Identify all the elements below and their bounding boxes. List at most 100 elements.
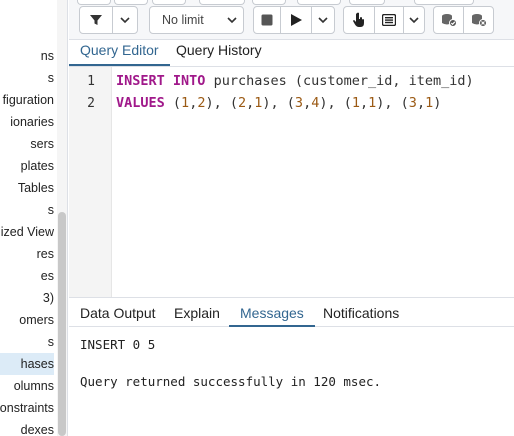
sql-text: (: [164, 95, 182, 111]
execute-dropdown-button[interactable]: [311, 6, 335, 34]
toolbar-top-button-8[interactable]: [414, 0, 474, 5]
toolbar-top-button-1[interactable]: [77, 0, 111, 5]
tree-item[interactable]: ns: [0, 45, 54, 67]
tab-messages[interactable]: Messages: [229, 302, 315, 327]
stop-icon: [261, 14, 273, 26]
tree-item[interactable]: res: [0, 243, 54, 265]
tree-item-label: onstraints: [0, 401, 54, 415]
tab-data-output[interactable]: Data Output: [69, 302, 167, 327]
tree-item-label: omers: [19, 313, 54, 327]
tree-item-label: Tables: [17, 181, 54, 195]
tree-item-label: ized View: [0, 225, 54, 239]
sql-text: purchases (customer_id, item_id): [205, 73, 474, 89]
tab-notifications[interactable]: Notifications: [312, 302, 410, 327]
sql-text: ), (: [205, 95, 238, 111]
macros-dropdown-button[interactable]: [403, 6, 425, 34]
tree-scrollbar-thumb[interactable]: [58, 212, 66, 436]
object-tree-panel: ns s figuration ionaries sers plates Tables s iz…: [0, 0, 68, 436]
commit-button[interactable]: [433, 6, 464, 34]
tree-item[interactable]: s: [0, 331, 54, 353]
chevron-down-icon: [318, 17, 328, 24]
tree-item[interactable]: es: [0, 265, 54, 287]
chevron-down-icon: [120, 17, 130, 24]
chevron-down-icon: [409, 17, 419, 24]
code-line[interactable]: VALUES (1,2), (2,1), (3,4), (1,1), (3,1): [116, 95, 441, 111]
tree-item[interactable]: onstraints: [0, 397, 54, 419]
tree-item-label: es: [40, 269, 54, 283]
toolbar-top-button-6[interactable]: [297, 0, 341, 5]
cancel-query-button[interactable]: [253, 6, 281, 34]
code-line[interactable]: INSERT INTO purchases (customer_id, item…: [116, 73, 474, 89]
toolbar-top-button-7[interactable]: [349, 0, 385, 5]
tree-item-label: 3): [42, 291, 54, 305]
tree-item[interactable]: plates: [0, 155, 54, 177]
tab-query-history[interactable]: Query History: [165, 40, 273, 66]
tree-item[interactable]: 3): [0, 287, 54, 309]
tree-item[interactable]: hases: [0, 353, 54, 375]
sql-keyword: INTO: [172, 73, 206, 89]
tree-item[interactable]: s: [0, 199, 54, 221]
line-number-gutter: 1 2: [69, 67, 112, 297]
rollback-button[interactable]: [463, 6, 494, 34]
tree-item-label: plates: [20, 159, 54, 173]
line-number: 1: [87, 74, 95, 89]
line-number: 2: [87, 96, 95, 111]
tree-item[interactable]: sers: [0, 133, 54, 155]
sql-editor[interactable]: 1 2 INSERT INTO purchases (customer_id, …: [69, 66, 514, 297]
tree-item[interactable]: figuration: [0, 89, 54, 111]
sql-text: ), (: [376, 95, 409, 111]
tree-item[interactable]: ionaries: [0, 111, 54, 133]
filter-icon: [90, 15, 102, 25]
sql-text: ), (: [262, 95, 295, 111]
execute-button[interactable]: [280, 6, 312, 34]
tree-item[interactable]: s: [0, 67, 54, 89]
tree-item-label: dexes: [20, 423, 54, 436]
results-tab-bar: Data Output Explain Messages Notificatio…: [69, 297, 514, 327]
sql-keyword: INSERT: [116, 73, 165, 89]
filter-dropdown-button[interactable]: [112, 6, 138, 34]
sql-number: 1: [425, 95, 434, 111]
sql-number: 3: [294, 95, 304, 111]
tab-query-editor[interactable]: Query Editor: [69, 40, 170, 66]
toolbar-top-button-3[interactable]: [152, 0, 186, 5]
tree-item[interactable]: Tables: [0, 177, 54, 199]
tree-item[interactable]: olumns: [0, 375, 54, 397]
macros-button[interactable]: [374, 6, 404, 34]
sql-number: 3: [408, 95, 417, 111]
tree-item-label: ns: [40, 49, 54, 63]
sql-number: 1: [181, 95, 190, 111]
list-icon: [382, 14, 396, 26]
messages-panel: INSERT 0 5 Query returned successfully i…: [69, 328, 514, 436]
tree-item-label: figuration: [2, 93, 54, 107]
tree-item[interactable]: omers: [0, 309, 54, 331]
tree-item-label: s: [47, 203, 54, 217]
db-commit-icon: [441, 14, 457, 27]
message-line: Query returned successfully in 120 msec.: [80, 374, 382, 389]
play-icon: [291, 14, 302, 26]
tree-item-label: s: [47, 71, 54, 85]
sql-text: ,: [416, 95, 426, 111]
chevron-down-icon: [227, 17, 237, 24]
hand-pointer-icon: [353, 12, 364, 27]
toolbar-top-button-4[interactable]: [199, 0, 245, 5]
tree-item[interactable]: dexes: [0, 419, 54, 436]
filter-button[interactable]: [79, 6, 113, 34]
toolbar-top-button-5[interactable]: [252, 0, 286, 5]
editor-tab-bar: Query Editor Query History: [69, 40, 514, 66]
sql-number: 2: [237, 95, 247, 111]
tree-item-label: ionaries: [10, 115, 54, 129]
query-toolbar: No limit: [69, 0, 514, 40]
row-limit-value: No limit: [162, 13, 204, 27]
tree-item-label: res: [36, 247, 54, 261]
tab-explain[interactable]: Explain: [163, 302, 231, 327]
toolbar-top-button-2[interactable]: [114, 0, 148, 5]
tree-item-label: sers: [30, 137, 54, 151]
sql-text: ), (: [319, 95, 352, 111]
tree-item[interactable]: ized View: [0, 221, 54, 243]
tree-item-label: olumns: [13, 379, 54, 393]
sql-text: ,: [303, 95, 312, 111]
message-line: INSERT 0 5: [80, 337, 156, 352]
explain-button[interactable]: [343, 6, 375, 34]
row-limit-select[interactable]: No limit: [149, 6, 244, 34]
